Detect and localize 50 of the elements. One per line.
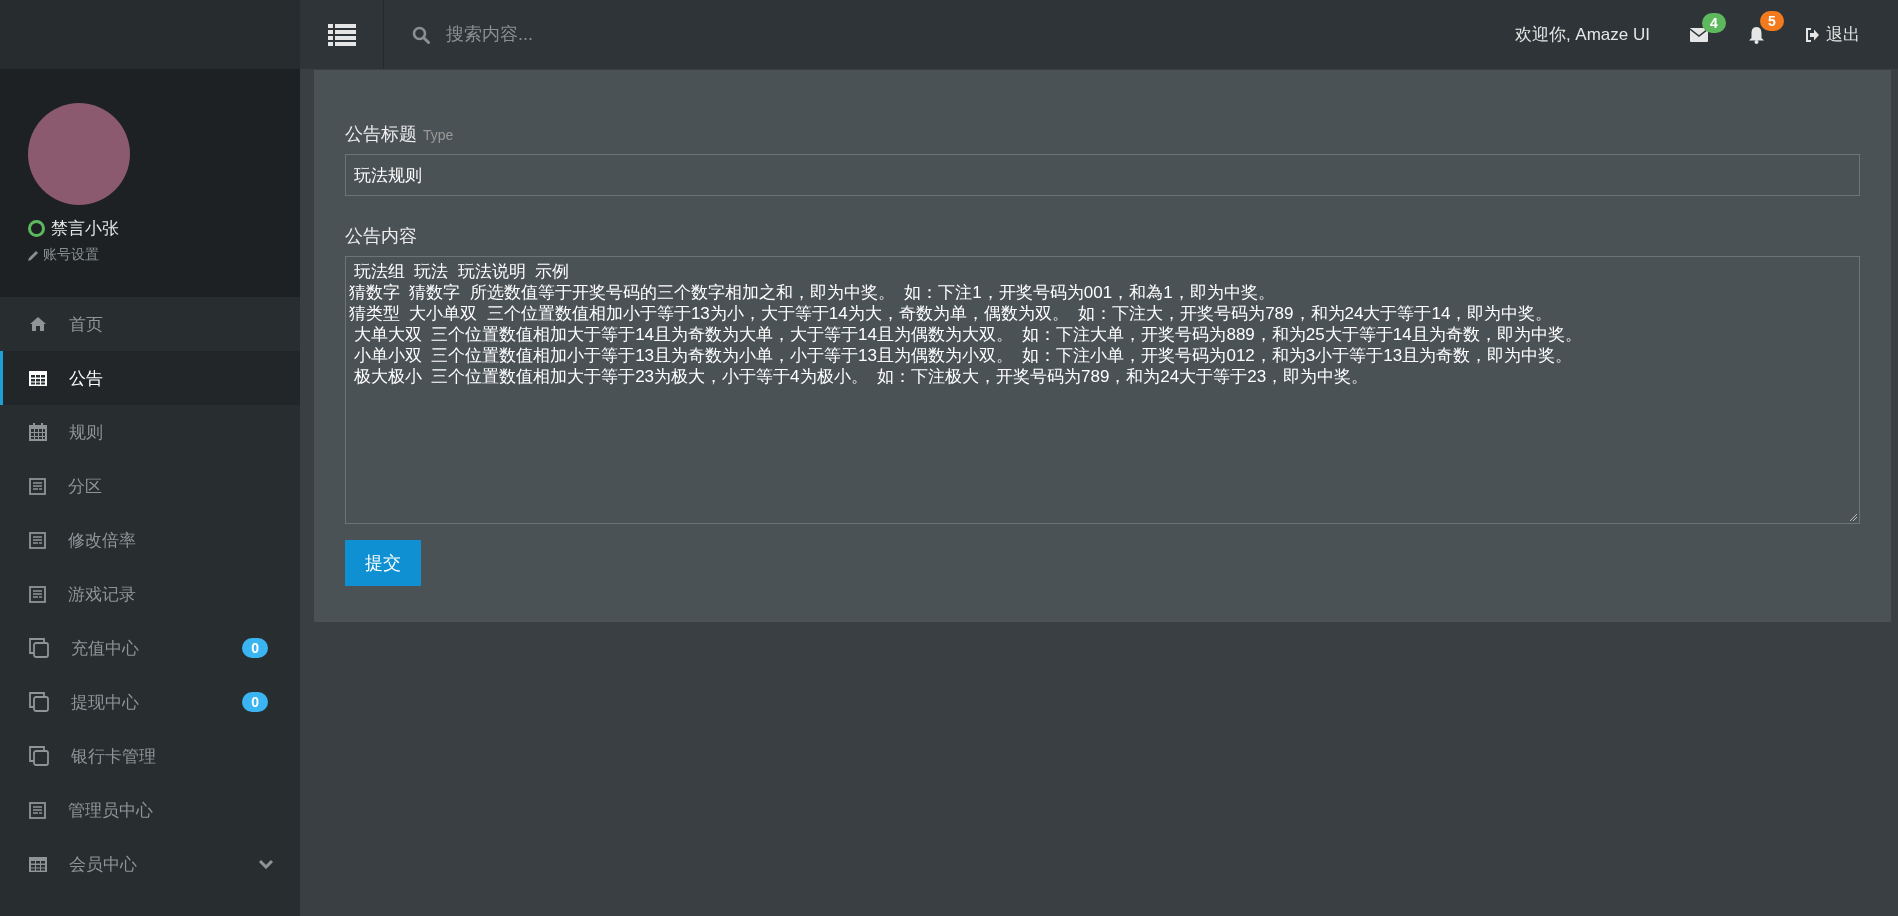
sign-out-icon [1805, 27, 1820, 42]
notepad-icon [29, 585, 46, 603]
pencil-icon [28, 249, 39, 261]
copy-icon [29, 692, 49, 712]
sidebar-item[interactable]: 修改倍率 [0, 513, 300, 567]
envelope-icon[interactable] [1690, 27, 1708, 42]
text-line: 小单小双 三个位置数值相加小于等于13且为奇数为小单，小于等于13且为偶数为小双。 如：下注小单，开奖号码为012，和为3小于等于13且为奇数，即为中奖。 [352, 345, 1573, 366]
house-icon [29, 316, 47, 332]
text-line: 猜数字 猜数字 所选数值等于开奖号码的三个数字相加之和，即为中奖。 如：下注1，开奖号码为001，和為1，即为中奖。 [349, 282, 1275, 303]
count-badge: 0 [242, 692, 268, 712]
search-icon [412, 25, 430, 44]
search-field[interactable]: 搜索内容... [444, 23, 748, 46]
welcome-text: 欢迎你, Amaze UI [1514, 24, 1650, 46]
sidebar-item[interactable]: 规则 [0, 405, 300, 459]
logout-link[interactable]: 退出 [1805, 23, 1860, 46]
account-settings-link[interactable]: 账号设置 [28, 246, 272, 264]
field-label: 公告内容 [345, 225, 417, 248]
copy-icon [29, 746, 49, 766]
table-icon [29, 856, 47, 872]
notepad-icon [29, 531, 46, 549]
field-label: 公告标题 [345, 123, 417, 146]
text-line: 玩法组 玩法 玩法说明 示例 [352, 261, 570, 282]
sidebar-item[interactable]: 充值中心 0 [0, 621, 300, 675]
count-badge: 0 [242, 638, 268, 658]
content-text-area[interactable] [345, 256, 1860, 524]
sidebar-item[interactable]: 公告 [0, 351, 300, 405]
sidebar-item[interactable]: 游戏记录 [0, 567, 300, 621]
user-name: 禁言小张 [51, 218, 119, 240]
sidebar-item[interactable]: 会员中心 [0, 837, 300, 891]
notification-count-badge: 5 [1760, 10, 1784, 31]
text-line: 极大极小 三个位置数值相加大于等于23为极大，小于等于4为极小。 如：下注极大，开奖号码为789，和为24大于等于23，即为中奖。 [352, 366, 1369, 387]
copy-icon [29, 638, 49, 658]
text-line: 大单大双 三个位置数值相加大于等于14且为奇数为大单，大于等于14且为偶数为大双。 如：下注大单，开奖号码为889，和为25大于等于14且为奇数，即为中奖。 [352, 324, 1582, 345]
submit-button[interactable]: 提交 [345, 540, 421, 586]
sidebar-item[interactable]: 首页 [0, 297, 300, 351]
sidebar-item[interactable]: 银行卡管理 [0, 729, 300, 783]
message-count-badge: 4 [1702, 12, 1726, 33]
title-input-field[interactable]: 玩法规则 [345, 154, 1860, 196]
menu-icon [327, 23, 356, 46]
sidebar-item[interactable]: 分区 [0, 459, 300, 513]
table-icon [29, 370, 47, 386]
calendar-icon [29, 423, 47, 441]
sidebar-item[interactable]: 管理员中心 [0, 783, 300, 837]
notepad-icon [29, 801, 46, 819]
sidebar-item[interactable]: 提现中心 0 [0, 675, 300, 729]
notepad-icon [29, 477, 46, 495]
bell-icon[interactable] [1748, 25, 1765, 44]
field-hint: Type [423, 127, 454, 143]
text-line: 猜类型 大小单双 三个位置数值相加小于等于13为小，大于等于14为大，奇数为单，偶数为双。 如：下注大，开奖号码为789，和为24大于等于14，即为中奖。 [349, 303, 1553, 324]
resize-grip-icon [1849, 513, 1857, 521]
